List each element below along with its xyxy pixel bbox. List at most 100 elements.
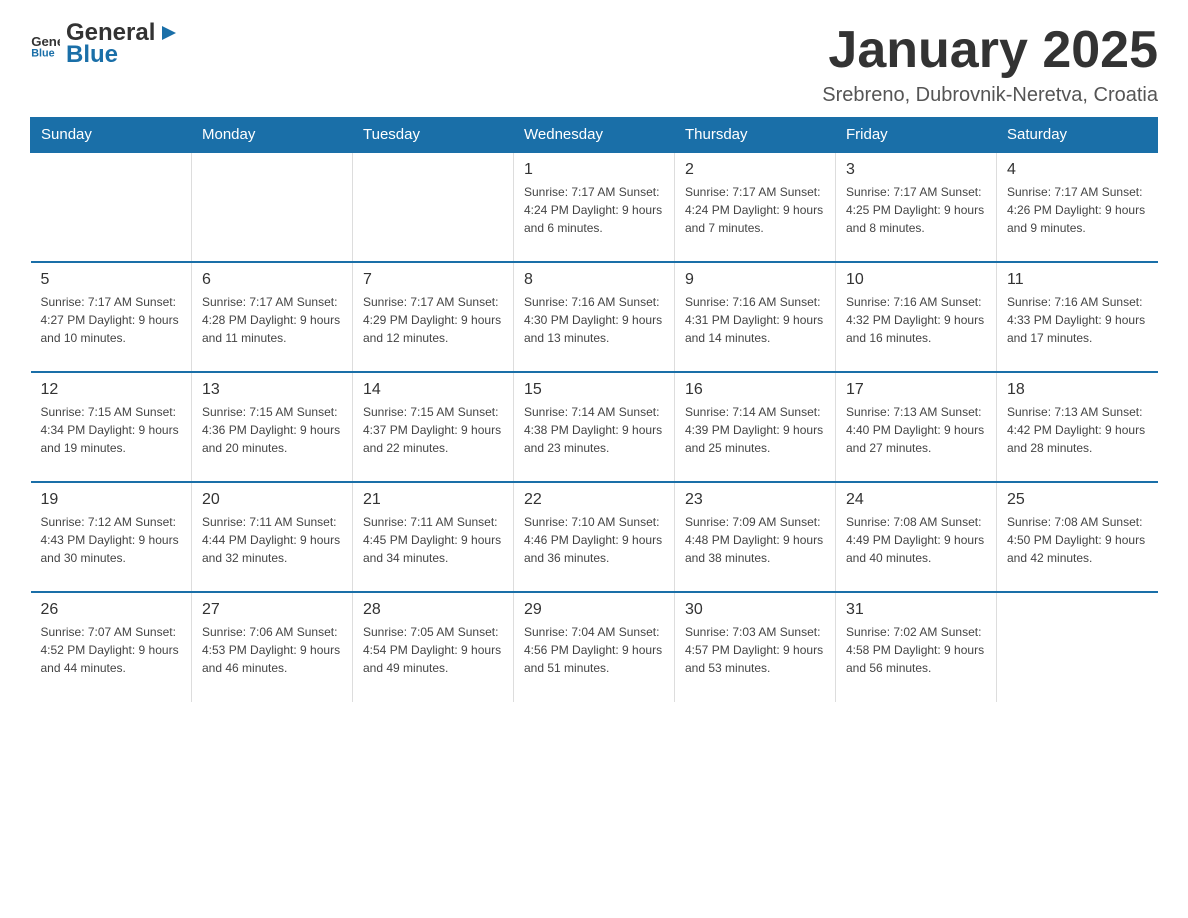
table-row: 24 Sunrise: 7:08 AM Sunset: 4:49 PM Dayli… — [836, 482, 997, 592]
day-number: 3 — [846, 161, 986, 179]
table-row: 3 Sunrise: 7:17 AM Sunset: 4:25 PM Daylig… — [836, 152, 997, 262]
day-number: 22 — [524, 491, 664, 509]
table-row: 30Sunrise: 7:03 AM Sunset: 4:57 PM Dayli… — [675, 592, 836, 702]
day-info: Sunrise: 7:10 AM Sunset: 4:46 PM Dayligh… — [524, 513, 664, 567]
day-number: 31 — [846, 601, 986, 619]
day-number: 26 — [41, 601, 182, 619]
day-number: 20 — [202, 491, 342, 509]
table-row: 4 Sunrise: 7:17 AM Sunset: 4:26 PM Daylig… — [997, 152, 1158, 262]
day-info: Sunrise: 7:14 AM Sunset: 4:39 PM Dayligh… — [685, 403, 825, 457]
col-thursday: Thursday — [675, 118, 836, 153]
table-row: 14Sunrise: 7:15 AM Sunset: 4:37 PM Dayli… — [353, 372, 514, 482]
day-info: Sunrise: 7:17 AM Sunset: 4:25 PM Dayligh… — [846, 183, 986, 237]
table-row: 23Sunrise: 7:09 AM Sunset: 4:48 PM Dayli… — [675, 482, 836, 592]
day-number: 15 — [524, 381, 664, 399]
table-row — [997, 592, 1158, 702]
day-number: 10 — [846, 271, 986, 289]
day-info: Sunrise: 7:05 AM Sunset: 4:54 PM Dayligh… — [363, 623, 503, 677]
day-number: 13 — [202, 381, 342, 399]
table-row: 12 Sunrise: 7:15 AM Sunset: 4:34 PM Dayli… — [31, 372, 192, 482]
day-info: Sunrise: 7:17 AM Sunset: 4:24 PM Dayligh… — [524, 183, 664, 237]
svg-text:General: General — [31, 34, 60, 49]
day-info: Sunrise: 7:02 AM Sunset: 4:58 PM Dayligh… — [846, 623, 986, 677]
table-row — [31, 152, 192, 262]
day-number: 19 — [41, 491, 182, 509]
day-info: Sunrise: 7:17 AM Sunset: 4:24 PM Dayligh… — [685, 183, 825, 237]
day-info: Sunrise: 7:17 AM Sunset: 4:27 PM Dayligh… — [41, 293, 182, 347]
table-row: 18 Sunrise: 7:13 AM Sunset: 4:42 PM Dayli… — [997, 372, 1158, 482]
day-number: 7 — [363, 271, 503, 289]
col-monday: Monday — [192, 118, 353, 153]
day-info: Sunrise: 7:13 AM Sunset: 4:42 PM Dayligh… — [1007, 403, 1148, 457]
day-info: Sunrise: 7:14 AM Sunset: 4:38 PM Dayligh… — [524, 403, 664, 457]
table-row: 19 Sunrise: 7:12 AM Sunset: 4:43 PM Dayli… — [31, 482, 192, 592]
logo-icon: General Blue — [30, 29, 60, 59]
table-row: 7 Sunrise: 7:17 AM Sunset: 4:29 PM Daylig… — [353, 262, 514, 372]
day-number: 18 — [1007, 381, 1148, 399]
page-header: General Blue General Blue January 2025 S… — [30, 20, 1158, 107]
table-row: 10 Sunrise: 7:16 AM Sunset: 4:32 PM Dayli… — [836, 262, 997, 372]
calendar-week-row: 12 Sunrise: 7:15 AM Sunset: 4:34 PM Dayli… — [31, 372, 1158, 482]
table-row: 25 Sunrise: 7:08 AM Sunset: 4:50 PM Dayli… — [997, 482, 1158, 592]
title-block: January 2025 Srebreno, Dubrovnik-Neretva… — [822, 20, 1158, 107]
day-info: Sunrise: 7:11 AM Sunset: 4:44 PM Dayligh… — [202, 513, 342, 567]
day-info: Sunrise: 7:04 AM Sunset: 4:56 PM Dayligh… — [524, 623, 664, 677]
table-row: 9 Sunrise: 7:16 AM Sunset: 4:31 PM Daylig… — [675, 262, 836, 372]
day-number: 14 — [363, 381, 503, 399]
day-info: Sunrise: 7:07 AM Sunset: 4:52 PM Dayligh… — [41, 623, 182, 677]
day-number: 12 — [41, 381, 182, 399]
day-number: 25 — [1007, 491, 1148, 509]
day-number: 6 — [202, 271, 342, 289]
table-row: 11 Sunrise: 7:16 AM Sunset: 4:33 PM Dayli… — [997, 262, 1158, 372]
table-row: 27Sunrise: 7:06 AM Sunset: 4:53 PM Dayli… — [192, 592, 353, 702]
day-info: Sunrise: 7:08 AM Sunset: 4:50 PM Dayligh… — [1007, 513, 1148, 567]
day-info: Sunrise: 7:11 AM Sunset: 4:45 PM Dayligh… — [363, 513, 503, 567]
calendar-week-row: 1Sunrise: 7:17 AM Sunset: 4:24 PM Daylig… — [31, 152, 1158, 262]
calendar-header-row: Sunday Monday Tuesday Wednesday Thursday… — [31, 118, 1158, 153]
day-number: 11 — [1007, 271, 1148, 289]
table-row: 31 Sunrise: 7:02 AM Sunset: 4:58 PM Dayli… — [836, 592, 997, 702]
table-row: 2 Sunrise: 7:17 AM Sunset: 4:24 PM Daylig… — [675, 152, 836, 262]
table-row: 15 Sunrise: 7:14 AM Sunset: 4:38 PM Dayli… — [514, 372, 675, 482]
day-number: 4 — [1007, 161, 1148, 179]
day-number: 5 — [41, 271, 182, 289]
table-row: 6 Sunrise: 7:17 AM Sunset: 4:28 PM Daylig… — [192, 262, 353, 372]
day-info: Sunrise: 7:08 AM Sunset: 4:49 PM Dayligh… — [846, 513, 986, 567]
day-number: 29 — [524, 601, 664, 619]
logo: General Blue General Blue — [30, 20, 180, 69]
day-number: 9 — [685, 271, 825, 289]
table-row: 29 Sunrise: 7:04 AM Sunset: 4:56 PM Dayli… — [514, 592, 675, 702]
col-friday: Friday — [836, 118, 997, 153]
day-info: Sunrise: 7:16 AM Sunset: 4:33 PM Dayligh… — [1007, 293, 1148, 347]
col-saturday: Saturday — [997, 118, 1158, 153]
table-row: 1Sunrise: 7:17 AM Sunset: 4:24 PM Daylig… — [514, 152, 675, 262]
day-number: 27 — [202, 601, 342, 619]
calendar-subtitle: Srebreno, Dubrovnik-Neretva, Croatia — [822, 84, 1158, 107]
day-info: Sunrise: 7:16 AM Sunset: 4:30 PM Dayligh… — [524, 293, 664, 347]
day-number: 28 — [363, 601, 503, 619]
calendar-title: January 2025 — [822, 20, 1158, 80]
day-number: 16 — [685, 381, 825, 399]
day-number: 24 — [846, 491, 986, 509]
day-info: Sunrise: 7:12 AM Sunset: 4:43 PM Dayligh… — [41, 513, 182, 567]
table-row: 17 Sunrise: 7:13 AM Sunset: 4:40 PM Dayli… — [836, 372, 997, 482]
svg-text:Blue: Blue — [31, 48, 54, 59]
day-info: Sunrise: 7:16 AM Sunset: 4:31 PM Dayligh… — [685, 293, 825, 347]
table-row: 16 Sunrise: 7:14 AM Sunset: 4:39 PM Dayli… — [675, 372, 836, 482]
day-info: Sunrise: 7:15 AM Sunset: 4:34 PM Dayligh… — [41, 403, 182, 457]
day-info: Sunrise: 7:09 AM Sunset: 4:48 PM Dayligh… — [685, 513, 825, 567]
table-row: 13Sunrise: 7:15 AM Sunset: 4:36 PM Dayli… — [192, 372, 353, 482]
day-number: 17 — [846, 381, 986, 399]
col-sunday: Sunday — [31, 118, 192, 153]
logo-blue-text: Blue — [66, 42, 180, 68]
table-row: 26 Sunrise: 7:07 AM Sunset: 4:52 PM Dayli… — [31, 592, 192, 702]
day-number: 8 — [524, 271, 664, 289]
day-info: Sunrise: 7:13 AM Sunset: 4:40 PM Dayligh… — [846, 403, 986, 457]
logo-flag-icon — [158, 22, 180, 44]
day-info: Sunrise: 7:17 AM Sunset: 4:28 PM Dayligh… — [202, 293, 342, 347]
calendar-week-row: 26 Sunrise: 7:07 AM Sunset: 4:52 PM Dayli… — [31, 592, 1158, 702]
day-number: 2 — [685, 161, 825, 179]
day-info: Sunrise: 7:16 AM Sunset: 4:32 PM Dayligh… — [846, 293, 986, 347]
day-info: Sunrise: 7:17 AM Sunset: 4:26 PM Dayligh… — [1007, 183, 1148, 237]
day-info: Sunrise: 7:17 AM Sunset: 4:29 PM Dayligh… — [363, 293, 503, 347]
